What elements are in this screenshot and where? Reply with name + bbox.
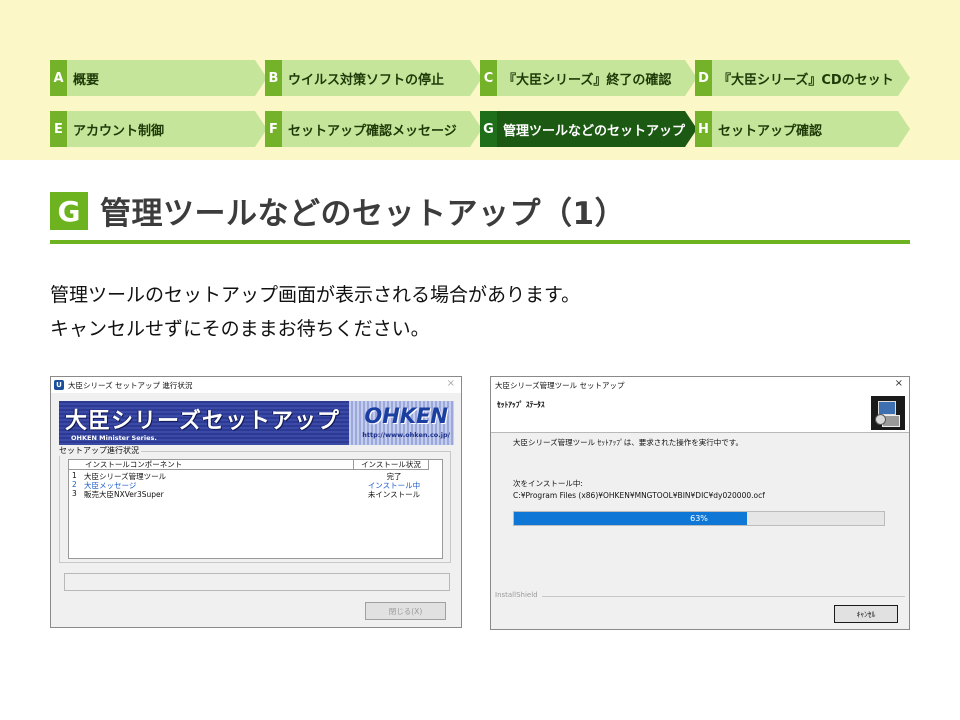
installing-path: C:¥Program Files (x86)¥OHKEN¥MNGTOOL¥BIN… [513, 491, 765, 500]
step-label: セットアップ確認 [712, 111, 910, 147]
title-divider [50, 240, 910, 244]
app-icon: U [54, 380, 64, 390]
step-label: ウイルス対策ソフトの停止 [282, 60, 482, 96]
dialog-title: 大臣シリーズ セットアップ 進行状況 [68, 380, 193, 390]
step-a[interactable]: A 概要 [50, 60, 267, 96]
step-c[interactable]: C 『大臣シリーズ』終了の確認 [480, 60, 697, 96]
list-item[interactable]: 2 大臣メッセージ インストール中 [72, 480, 440, 490]
banner-subtitle: OHKEN Minister Series. [71, 434, 157, 442]
status-message: 大臣シリーズ管理ツール ｾｯﾄｱｯﾌﾟは、要求された操作を実行中です。 [513, 438, 744, 447]
step-g[interactable]: G 管理ツールなどのセットアップ [480, 111, 697, 147]
cancel-button[interactable]: ｷｬﾝｾﾙ [834, 605, 898, 623]
step-h[interactable]: H セットアップ確認 [695, 111, 910, 147]
ohken-logo: OHKEN [364, 404, 448, 428]
step-label: 管理ツールなどのセットアップ [497, 111, 697, 147]
installer-computer-icon [871, 396, 905, 430]
step-letter: C [480, 60, 497, 96]
installshield-divider [541, 596, 905, 597]
status-header: ｾｯﾄｱｯﾌﾟ ｽﾃｰﾀｽ [491, 393, 909, 433]
column-header-status[interactable]: インストール状況 [354, 460, 429, 470]
component-list[interactable]: インストールコンポーネント インストール状況 1 大臣シリーズ管理ツール 完了 … [68, 459, 443, 559]
overall-progress-bar [64, 573, 450, 591]
step-label: アカウント制御 [67, 111, 267, 147]
list-item[interactable]: 1 大臣シリーズ管理ツール 完了 [72, 471, 440, 481]
step-navigation: A 概要 B ウイルス対策ソフトの停止 C 『大臣シリーズ』終了の確認 D 『大… [0, 0, 960, 160]
setup-banner: 大臣シリーズセットアップ OHKEN Minister Series. OHKE… [59, 401, 454, 445]
step-letter: D [695, 60, 712, 96]
dialog-title: 大臣シリーズ管理ツール セットアップ [495, 380, 625, 390]
column-header-component[interactable]: インストールコンポーネント [69, 460, 354, 470]
mgmt-tool-setup-dialog: 大臣シリーズ管理ツール セットアップ × ｾｯﾄｱｯﾌﾟ ｽﾃｰﾀｽ 大臣シリー… [490, 376, 910, 630]
step-f[interactable]: F セットアップ確認メッセージ [265, 111, 482, 147]
step-label: 『大臣シリーズ』終了の確認 [497, 60, 697, 96]
step-label: 概要 [67, 60, 267, 96]
installing-label: 次をインストール中: [513, 479, 583, 488]
section-badge: G [50, 192, 88, 230]
list-item[interactable]: 3 販売大臣NXVer3Super 未インストール [72, 489, 440, 499]
step-letter: H [695, 111, 712, 147]
page-title: 管理ツールなどのセットアップ（1） [100, 196, 627, 232]
installshield-label: InstallShield [495, 591, 542, 599]
close-icon[interactable]: × [447, 378, 455, 389]
banner-url: http://www.ohken.co.jp/ [362, 431, 450, 439]
install-progress-bar: 63% [513, 511, 885, 526]
step-letter: F [265, 111, 282, 147]
description-line-1: 管理ツールのセットアップ画面が表示される場合があります。 [50, 284, 581, 306]
close-icon[interactable]: × [895, 378, 903, 389]
step-letter: G [480, 111, 497, 147]
step-b[interactable]: B ウイルス対策ソフトの停止 [265, 60, 482, 96]
dialog-titlebar: U 大臣シリーズ セットアップ 進行状況 × [51, 377, 461, 393]
progress-percent: 63% [690, 514, 708, 523]
step-letter: B [265, 60, 282, 96]
step-letter: A [50, 60, 67, 96]
step-label: セットアップ確認メッセージ [282, 111, 482, 147]
banner-title: 大臣シリーズセットアップ [65, 409, 340, 434]
status-title: ｾｯﾄｱｯﾌﾟ ｽﾃｰﾀｽ [497, 400, 545, 409]
close-button[interactable]: 閉じる(X) [365, 602, 446, 620]
setup-progress-dialog: U 大臣シリーズ セットアップ 進行状況 × 大臣シリーズセットアップ OHKE… [50, 376, 462, 628]
step-label: 『大臣シリーズ』CDのセット [712, 60, 910, 96]
group-label: セットアップ進行状況 [59, 445, 141, 456]
description-line-2: キャンセルせずにそのままお待ちください。 [50, 318, 430, 340]
step-d[interactable]: D 『大臣シリーズ』CDのセット [695, 60, 910, 96]
step-letter: E [50, 111, 67, 147]
dialog-titlebar: 大臣シリーズ管理ツール セットアップ × [491, 377, 909, 393]
step-e[interactable]: E アカウント制御 [50, 111, 267, 147]
